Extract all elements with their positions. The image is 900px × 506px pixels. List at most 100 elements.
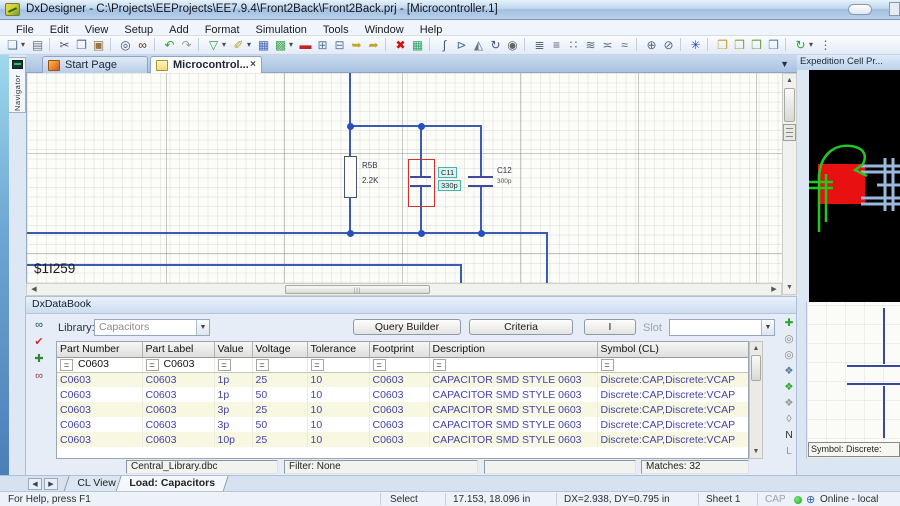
menu-item-window[interactable]: Window <box>357 23 412 36</box>
align-right-icon[interactable]: ≈ <box>616 36 633 54</box>
net-icon[interactable]: ∫ <box>436 36 453 54</box>
symbol-gray-icon[interactable]: ❖ <box>779 396 799 412</box>
part-cell[interactable]: Discrete:CAP,Discrete:VCAP <box>597 432 748 447</box>
block-icon[interactable]: ▬ <box>297 36 314 54</box>
sync-icon[interactable]: ↻ <box>792 36 809 54</box>
filter-cell[interactable]: = <box>307 357 370 373</box>
menu-item-format[interactable]: Format <box>197 23 248 36</box>
filter-operator-dropdown[interactable]: = <box>217 358 231 371</box>
redo-icon[interactable]: ↷ <box>178 36 195 54</box>
part-cell[interactable]: 10p <box>214 432 253 447</box>
part-cell[interactable]: 3p <box>214 402 253 417</box>
part-cell[interactable]: 3p <box>214 417 253 432</box>
column-header-voltage[interactable]: Voltage <box>252 342 308 358</box>
library-combobox[interactable]: Capacitors ▼ <box>94 319 210 336</box>
menu-item-setup[interactable]: Setup <box>116 23 161 36</box>
filter-cell[interactable]: = C0603 <box>57 357 143 373</box>
draw-mode-icon[interactable]: ✐ <box>230 36 247 54</box>
zoom-icon[interactable]: ◎ <box>117 36 134 54</box>
cut-icon[interactable]: ✂ <box>56 36 73 54</box>
align-top-icon[interactable]: ≣ <box>531 36 548 54</box>
print-icon[interactable]: ▤ <box>29 36 46 54</box>
scroll-up-icon[interactable]: ▲ <box>750 343 762 354</box>
scroll-right-icon[interactable]: ▶ <box>769 284 779 295</box>
wire-horizontal-top[interactable] <box>349 125 482 127</box>
filter-value[interactable]: C0603 <box>164 358 195 370</box>
wire-vertical-lower[interactable] <box>460 264 462 283</box>
filter-operator-dropdown[interactable]: = <box>600 358 614 371</box>
part-cell[interactable]: C0603 <box>142 402 215 417</box>
filter-cell[interactable]: = C0603 <box>142 357 215 373</box>
table-vscrollbar[interactable]: ▲ ▼ <box>749 341 763 459</box>
bus-icon[interactable]: ⊳ <box>453 36 470 54</box>
label-assign-icon[interactable]: L <box>779 444 799 460</box>
dropdown-caret-icon[interactable]: ▾ <box>289 36 297 54</box>
filter-cell[interactable]: = <box>214 357 253 373</box>
c12-value-label[interactable]: 300p <box>497 178 511 185</box>
c11-value-label[interactable]: 330p <box>438 180 461 191</box>
dxdatabook-title[interactable]: DxDataBook <box>26 297 796 314</box>
part-cell[interactable]: C0603 <box>57 432 143 447</box>
tab-overflow-icon[interactable]: ▼ <box>780 59 789 69</box>
menu-item-view[interactable]: View <box>77 23 117 36</box>
c12-ref-label[interactable]: C12 <box>497 166 512 175</box>
part-cell[interactable]: 10 <box>307 372 370 387</box>
filter-operator-dropdown[interactable]: = <box>60 358 73 371</box>
tab-close-icon[interactable]: × <box>250 59 256 70</box>
part-cell[interactable]: C0603 <box>57 417 143 432</box>
i-button[interactable]: I <box>584 319 636 335</box>
tab-scroll-left-icon[interactable]: ◀ <box>28 478 42 490</box>
import-icon[interactable]: ➥ <box>348 36 365 54</box>
part-cell[interactable]: CAPACITOR SMD STYLE 0603 <box>429 387 598 402</box>
filter-operator-dropdown[interactable]: = <box>310 358 324 371</box>
scroll-up-icon[interactable]: ▲ <box>784 75 795 86</box>
part-cell[interactable]: 25 <box>252 372 308 387</box>
table-vscroll-thumb[interactable] <box>751 355 761 381</box>
group-icon[interactable]: ⊕ <box>643 36 660 54</box>
filter-cell[interactable]: = <box>429 357 598 373</box>
wire-vertical-r5b[interactable] <box>349 73 351 233</box>
push-sheet-icon[interactable]: ❒ <box>748 36 765 54</box>
scroll-down-icon[interactable]: ▼ <box>784 282 795 293</box>
column-header-value[interactable]: Value <box>214 342 253 358</box>
minimize-button[interactable] <box>848 4 872 15</box>
part-cell[interactable]: 1p <box>214 387 253 402</box>
part-cell[interactable]: 10 <box>307 417 370 432</box>
image-icon[interactable]: ▩ <box>272 36 289 54</box>
sheet-add-icon[interactable]: ⊞ <box>314 36 331 54</box>
column-header-description[interactable]: Description <box>429 342 598 358</box>
filter-operator-dropdown[interactable]: = <box>145 358 159 371</box>
sheet-remove-icon[interactable]: ⊟ <box>331 36 348 54</box>
part-cell[interactable]: Discrete:CAP,Discrete:VCAP <box>597 402 748 417</box>
part-cell[interactable]: C0603 <box>142 372 215 387</box>
filter-cell[interactable]: = <box>597 357 748 373</box>
part-cell[interactable]: CAPACITOR SMD STYLE 0603 <box>429 402 598 417</box>
dropdown-caret-icon[interactable]: ▾ <box>809 36 817 54</box>
column-header-tolerance[interactable]: Tolerance <box>307 342 370 358</box>
part-cell[interactable]: 1p <box>214 372 253 387</box>
cell-preview-canvas[interactable] <box>809 70 900 302</box>
part-cell[interactable]: Discrete:CAP,Discrete:VCAP <box>597 387 748 402</box>
filter-cell[interactable]: = <box>252 357 308 373</box>
part-cell[interactable]: C0603 <box>57 372 143 387</box>
slot-combobox[interactable]: ▼ <box>669 319 775 336</box>
part-cell[interactable]: C0603 <box>369 417 430 432</box>
filter-value[interactable]: C0603 <box>78 358 109 370</box>
verify-icon[interactable]: ✔ <box>29 334 49 351</box>
find-parts-icon[interactable]: ∞ <box>29 317 49 334</box>
chevron-down-icon[interactable]: ▼ <box>196 320 209 335</box>
add-symbol-icon[interactable]: ✚ <box>779 316 799 332</box>
part-cell[interactable]: C0603 <box>142 432 215 447</box>
selection-box-c11[interactable] <box>408 159 435 207</box>
part-cell[interactable]: C0603 <box>57 402 143 417</box>
dropdown-caret-icon[interactable]: ▾ <box>21 36 29 54</box>
tab-start-page[interactable]: Start Page <box>42 56 148 73</box>
part-row[interactable]: C0603 C0603 3p 25 10 C0603 CAPACITOR SMD STYLE… <box>57 402 748 417</box>
resistor-value-label[interactable]: 2.2K <box>362 176 378 185</box>
part-row[interactable]: C0603 C0603 10p 25 10 C0603 CAPACITOR SMD STYL… <box>57 432 748 447</box>
pane-splitter-button[interactable] <box>783 124 796 141</box>
part-cell[interactable]: C0603 <box>142 417 215 432</box>
part-cell[interactable]: Discrete:CAP,Discrete:VCAP <box>597 372 748 387</box>
part-cell[interactable]: 50 <box>252 417 308 432</box>
mirror-icon[interactable]: ◭ <box>470 36 487 54</box>
